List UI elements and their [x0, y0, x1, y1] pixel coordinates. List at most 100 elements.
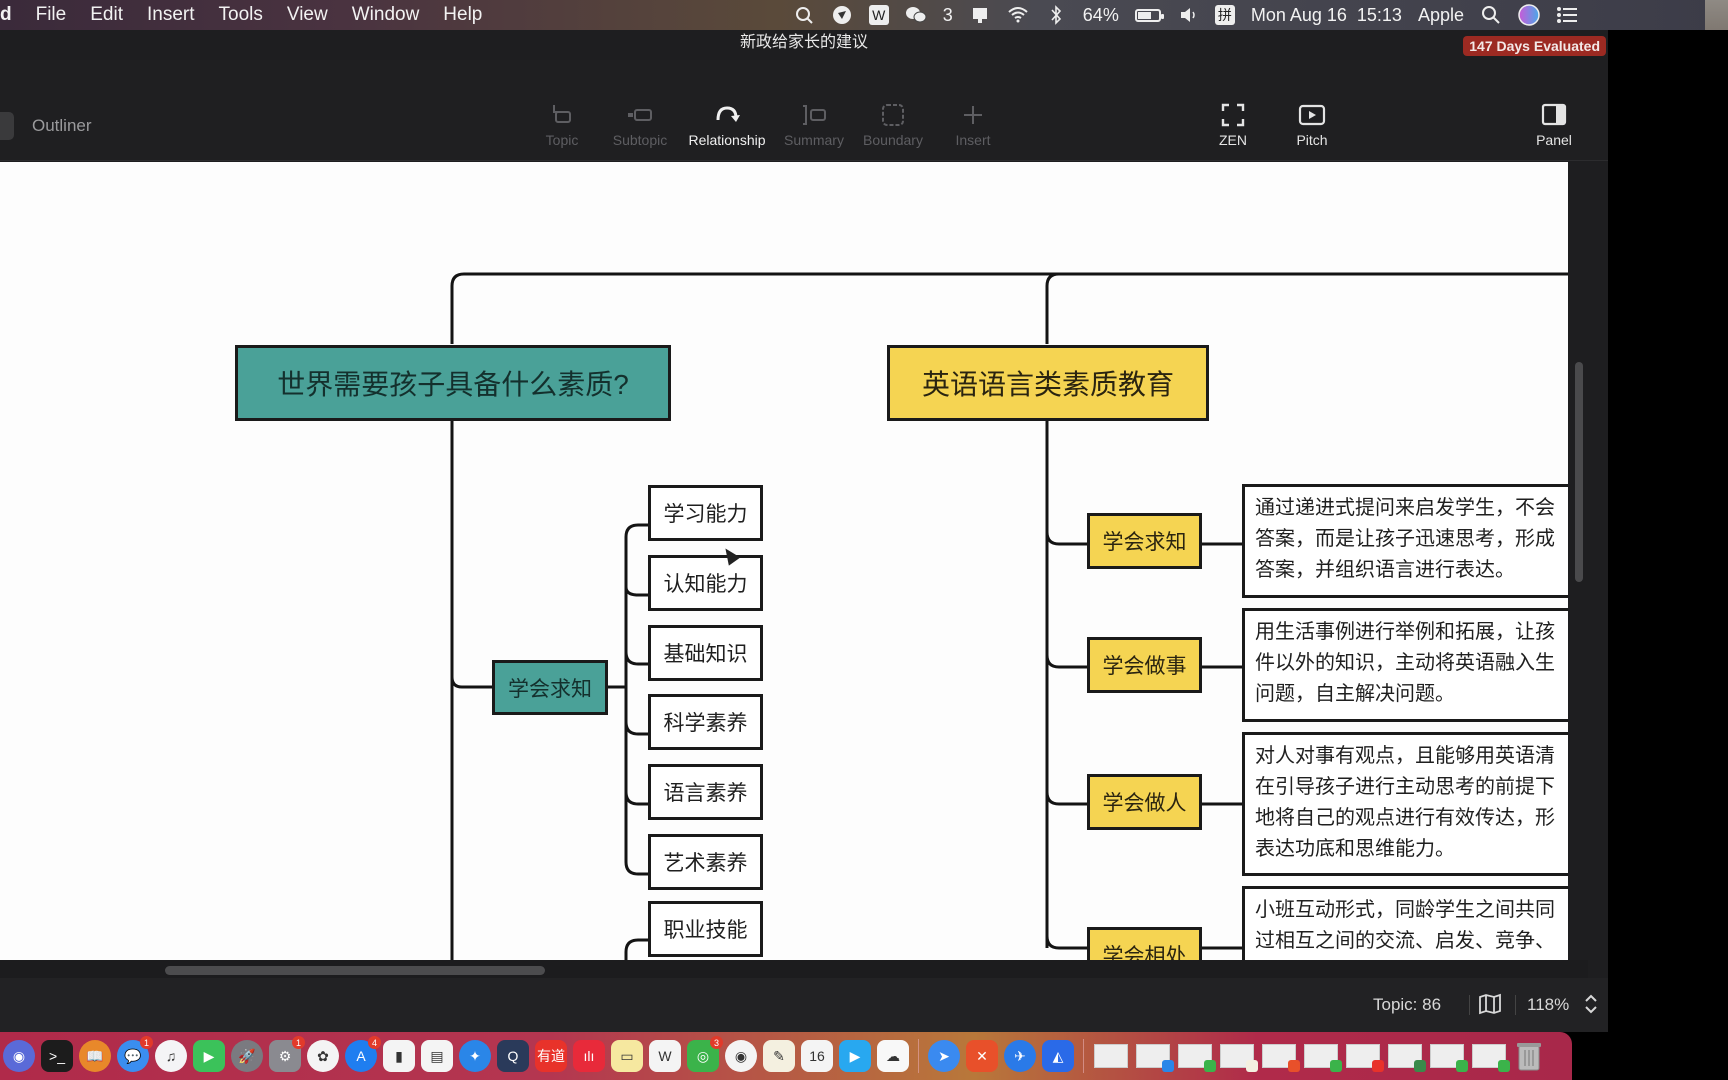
zen-button[interactable]: ZEN	[1188, 102, 1278, 148]
dock-app-launchpad[interactable]: 🚀	[231, 1040, 263, 1072]
dingtalk-status-icon[interactable]	[831, 4, 853, 26]
dock-app-books[interactable]: 📖	[79, 1040, 111, 1072]
dock-trash[interactable]	[1513, 1040, 1545, 1072]
dock-minimized-numbers-window-2[interactable]	[1304, 1044, 1342, 1072]
dock-app-iflytek[interactable]: ılı	[573, 1040, 605, 1072]
leaf-topic[interactable]: 学习能力	[648, 485, 763, 541]
dock-app-messages[interactable]: 💬 1	[117, 1036, 153, 1072]
dock-app-facetime[interactable]: ▶	[193, 1040, 225, 1072]
menu-window[interactable]: Window	[352, 4, 420, 26]
leaf-topic[interactable]: 职业技能	[648, 901, 763, 957]
dock-minimized-wechat-window[interactable]	[1430, 1044, 1468, 1072]
menu-view[interactable]: View	[287, 4, 328, 26]
dock-app-script-editor[interactable]: ✎	[763, 1040, 795, 1072]
description-node[interactable]: 用生活事例进行举例和拓展，让孩 件以外的知识，主动将英语融入生 问题，自主解决问…	[1242, 608, 1588, 722]
leaf-topic[interactable]: 艺术素养	[648, 834, 763, 890]
menu-app-name[interactable]: d	[0, 4, 12, 26]
pitch-button[interactable]: Pitch	[1267, 102, 1357, 148]
topic-left-main[interactable]: 世界需要孩子具备什么素质?	[235, 345, 671, 421]
dock-app-wechat[interactable]: ◎ 3	[687, 1036, 723, 1072]
topic-right-main[interactable]: 英语语言类素质教育	[887, 345, 1209, 421]
vertical-scroll-thumb[interactable]	[1575, 362, 1583, 582]
wps-status-icon[interactable]: W	[868, 5, 889, 25]
wifi-icon[interactable]	[1007, 4, 1029, 26]
dock-app-music[interactable]: ♫	[155, 1040, 187, 1072]
menu-insert[interactable]: Insert	[147, 4, 195, 26]
panel-button[interactable]: Panel	[1509, 102, 1599, 148]
menu-tools[interactable]: Tools	[219, 4, 263, 26]
menu-help[interactable]: Help	[443, 4, 482, 26]
sidebar-toggle-button[interactable]	[0, 112, 14, 140]
battery-icon[interactable]	[1134, 8, 1164, 22]
menu-file[interactable]: File	[36, 4, 67, 26]
leaf-topic[interactable]: 语言素养	[648, 764, 763, 820]
zoom-stepper[interactable]	[1584, 992, 1598, 1021]
clock[interactable]: Mon Aug 16 15:13	[1251, 5, 1402, 26]
outliner-button[interactable]: Outliner	[32, 116, 92, 136]
dock-app-safari[interactable]: ✦	[459, 1040, 491, 1072]
dock-minimized-safari-window[interactable]	[1136, 1044, 1174, 1072]
notification-badge: 4	[368, 1036, 381, 1049]
volume-icon[interactable]	[1177, 4, 1199, 26]
leaf-topic[interactable]: 基础知识	[648, 625, 763, 681]
dock-app-youdao[interactable]: 有道	[535, 1040, 567, 1072]
subtopic-button[interactable]: Subtopic	[595, 102, 685, 148]
control-center-icon[interactable]	[1556, 4, 1578, 26]
dock-minimized-video-window[interactable]	[1094, 1044, 1128, 1068]
bluetooth-icon[interactable]	[1045, 4, 1067, 26]
dock-app-calendar[interactable]: 16	[801, 1040, 833, 1072]
topic-button[interactable]: Topic	[517, 102, 607, 148]
dock-app-xmind[interactable]: ✕	[966, 1040, 998, 1072]
dock-minimized-terminal-window[interactable]	[1346, 1044, 1384, 1072]
dock-minimized-numbers-window[interactable]	[1178, 1044, 1216, 1072]
input-method-icon[interactable]: 拼	[1214, 5, 1235, 25]
dock-app-app-store[interactable]: A4	[345, 1036, 381, 1072]
leaf-topic[interactable]: 科学素养	[648, 694, 763, 750]
dock-app-keynote[interactable]: ▤	[421, 1040, 453, 1072]
notification-icon[interactable]	[969, 4, 991, 26]
leaf-topic[interactable]: 认知能力	[648, 555, 763, 611]
zoom-level[interactable]: 118%	[1527, 995, 1569, 1015]
insert-button[interactable]: Insert	[928, 102, 1018, 148]
mindmap-canvas[interactable]: 世界需要孩子具备什么素质? 学会求知 学习能力 认知能力 基础知识 科学素养 语…	[0, 162, 1588, 990]
description-node[interactable]: 通过递进式提问来启发学生，不会 答案，而是让孩子迅速思考，形成 答案，并组织语言…	[1242, 484, 1588, 598]
evaluation-badge[interactable]: 147 Days Evaluated	[1463, 36, 1606, 56]
subtopic-left-learn-to-know[interactable]: 学会求知	[492, 660, 608, 715]
subtopic-right[interactable]: 学会做事	[1087, 637, 1202, 693]
dock-app-dingtalk[interactable]: ➤	[928, 1040, 960, 1072]
dock-app-feishu[interactable]: ✈	[1004, 1040, 1036, 1072]
dock-app-photos[interactable]: ✿	[307, 1040, 339, 1072]
dock-app-system-preferences[interactable]: ⚙ 1	[269, 1036, 305, 1072]
dock-minimized-document-window[interactable]	[1220, 1044, 1258, 1072]
summary-button[interactable]: Summary	[769, 102, 859, 148]
horizontal-scrollbar[interactable]	[0, 960, 1588, 978]
vertical-scrollbar[interactable]	[1568, 162, 1588, 990]
subtopic-right[interactable]: 学会求知	[1087, 513, 1202, 569]
spotlight-search-icon[interactable]	[1480, 4, 1502, 26]
dock-app-siri[interactable]: ◉	[3, 1040, 35, 1072]
siri-icon[interactable]	[1518, 4, 1540, 26]
dock-app-tencent-video[interactable]: ▶	[839, 1040, 871, 1072]
dock-app-wps[interactable]: W	[649, 1040, 681, 1072]
horizontal-scroll-thumb[interactable]	[165, 966, 545, 975]
calendar-icon: 16	[809, 1048, 825, 1064]
subtopic-right[interactable]: 学会做人	[1087, 774, 1202, 830]
map-view-button[interactable]	[1478, 993, 1502, 1020]
wechat-status-icon[interactable]	[905, 4, 927, 26]
dock-app-baidu-netdisk[interactable]: ☁	[877, 1040, 909, 1072]
dock-minimized-image-window[interactable]	[1388, 1044, 1426, 1072]
boundary-button[interactable]: Boundary	[848, 102, 938, 148]
dock-minimized-wechat-window-2[interactable]	[1472, 1044, 1510, 1072]
dock-app-lanhu[interactable]: ◭	[1042, 1040, 1074, 1072]
dock-app-chrome[interactable]: ◉	[725, 1040, 757, 1072]
description-node[interactable]: 对人对事有观点，且能够用英语清 在引导孩子进行主动思考的前提下 地将自己的观点进…	[1242, 732, 1588, 876]
user-name[interactable]: Apple	[1418, 5, 1464, 26]
dock-app-terminal[interactable]: >_	[41, 1040, 73, 1072]
screen-search-icon[interactable]	[793, 4, 815, 26]
relationship-button[interactable]: Relationship	[682, 102, 772, 148]
dock-app-numbers[interactable]: ▮	[383, 1040, 415, 1072]
dock-app-quicktime[interactable]: Q	[497, 1040, 529, 1072]
dock-minimized-xmind-window[interactable]	[1262, 1044, 1300, 1072]
dock-app-notes[interactable]: ▭	[611, 1040, 643, 1072]
menu-edit[interactable]: Edit	[90, 4, 123, 26]
